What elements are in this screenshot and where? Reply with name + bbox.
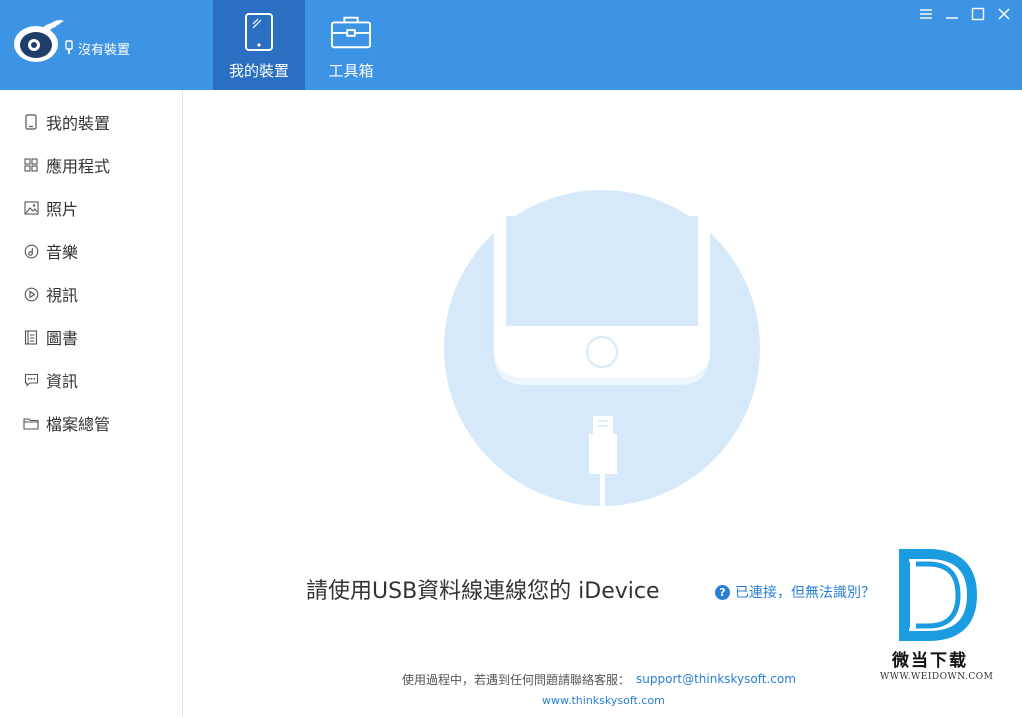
connect-prompt: 請使用USB資料線連線您的 iDevice [306, 579, 660, 604]
window-controls [916, 6, 1014, 22]
sidebar-item-messages[interactable]: 資訊 [0, 365, 182, 395]
sidebar-item-label: 應用程式 [46, 157, 111, 176]
support-text: 使用過程中，若遇到任何問題請聯絡客服： [402, 672, 631, 687]
sidebar-item-label: 我的裝置 [46, 114, 111, 133]
sidebar-item-music[interactable]: 音樂 [0, 236, 182, 266]
minimize-button[interactable] [942, 6, 962, 22]
menu-icon [920, 9, 932, 19]
sidebar-item-file-manager[interactable]: 檔案總管 [0, 408, 182, 438]
music-icon [22, 242, 40, 260]
sidebar-item-books[interactable]: 圖書 [0, 322, 182, 352]
minimize-icon [946, 17, 958, 19]
photo-icon [22, 199, 40, 217]
tab-my-device-label: 我的裝置 [228, 62, 289, 80]
support-info: 使用過程中，若遇到任何問題請聯絡客服： support@thinkskysoft… [402, 670, 796, 688]
watermark-url: WWW.WEIDOWN.COM [880, 672, 994, 682]
sidebar-item-apps[interactable]: 應用程式 [0, 150, 182, 180]
phone-icon [22, 113, 40, 131]
connected-but-unrecognized-link[interactable]: ? 已連接，但無法識別？ [715, 582, 875, 602]
watermark: 微当下载 WWW.WEIDOWN.COM [876, 548, 996, 688]
video-play-icon [22, 285, 40, 303]
maximize-icon [971, 7, 985, 21]
website-link[interactable]: www.thinkskysoft.com [542, 694, 665, 710]
maximize-button[interactable] [968, 6, 988, 22]
question-icon: ? [715, 584, 730, 600]
apps-grid-icon [22, 156, 40, 174]
usb-cable [600, 474, 605, 508]
app-window: 沒有裝置 我的裝置 工具箱 我的裝置 應用程式 照片 音樂 視訊 圖書 資訊 檔… [0, 0, 1022, 717]
usb-plug-icon [65, 40, 73, 54]
book-icon [22, 328, 40, 346]
sidebar-item-label: 圖書 [46, 329, 79, 348]
watermark-name: 微当下载 [892, 651, 968, 671]
connect-device-illustration [444, 190, 760, 508]
close-button[interactable] [994, 6, 1014, 22]
toolbox-icon [331, 16, 371, 49]
message-icon [22, 371, 40, 389]
app-logo-icon [14, 20, 64, 62]
title-bar: 沒有裝置 我的裝置 工具箱 [0, 0, 1022, 90]
sidebar-item-label: 照片 [46, 200, 79, 219]
menu-button[interactable] [916, 6, 936, 22]
sidebar-item-label: 資訊 [46, 372, 79, 391]
sidebar-item-my-device[interactable]: 我的裝置 [0, 107, 182, 137]
tablet-icon [245, 13, 273, 51]
sidebar-item-label: 視訊 [46, 286, 79, 305]
sidebar-item-photos[interactable]: 照片 [0, 193, 182, 223]
tab-toolbox[interactable]: 工具箱 [305, 0, 397, 90]
device-status-label: 沒有裝置 [78, 42, 131, 58]
support-email-link[interactable]: support@thinkskysoft.com [636, 672, 796, 686]
sidebar-item-label: 檔案總管 [46, 415, 111, 434]
lightning-connector [593, 416, 613, 434]
phone-screen [506, 216, 698, 326]
cable-plug [589, 434, 617, 474]
weidown-logo-icon [899, 549, 978, 641]
device-status: 沒有裝置 [64, 38, 130, 58]
close-icon [998, 8, 1010, 20]
sidebar-item-label: 音樂 [46, 243, 79, 262]
tab-toolbox-label: 工具箱 [328, 62, 374, 80]
sidebar-item-video[interactable]: 視訊 [0, 279, 182, 309]
folder-icon [22, 414, 40, 432]
help-link-label: 已連接，但無法識別？ [735, 585, 875, 601]
sidebar: 我的裝置 應用程式 照片 音樂 視訊 圖書 資訊 檔案總管 [0, 90, 183, 717]
tab-my-device[interactable]: 我的裝置 [213, 0, 305, 90]
